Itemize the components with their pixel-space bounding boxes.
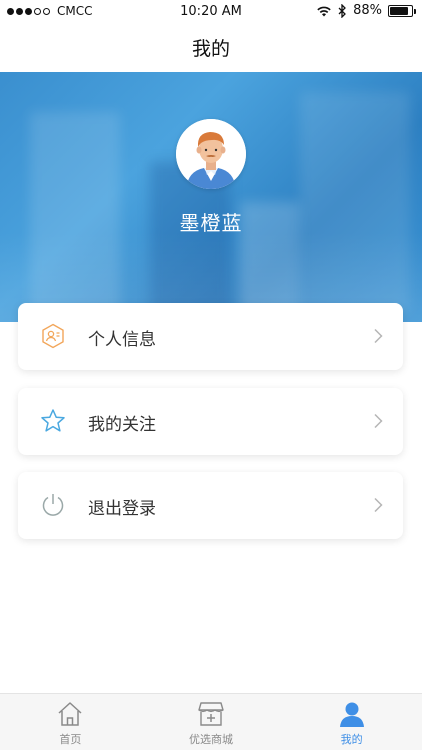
avatar[interactable] [176,119,246,189]
tab-mine[interactable]: 我的 [281,694,422,750]
chevron-right-icon [374,413,383,429]
power-icon [42,494,64,516]
nav-bar: 我的 [0,22,422,72]
profile-header: 墨橙蓝 [0,72,422,322]
user-icon [339,702,364,727]
menu-item-label: 个人信息 [88,330,156,350]
battery-fill [390,6,409,15]
menu-item-label: 退出登录 [88,499,156,519]
username: 墨橙蓝 [179,211,243,235]
tab-label: 首页 [59,733,82,746]
tab-label: 优选商城 [189,733,233,746]
status-right: 88% [316,3,416,18]
chevron-right-icon [374,497,383,513]
battery-percent: 88% [353,3,382,18]
tab-label: 我的 [340,733,363,746]
home-icon [58,702,82,726]
tab-shop[interactable]: 优选商城 [141,694,282,750]
page-title: 我的 [191,37,230,60]
status-bar: CMCC 10:20 AM 88% [0,0,422,22]
battery-icon [388,4,416,17]
chevron-right-icon [374,328,383,344]
menu-item-my-follows[interactable]: 我的关注 [18,388,403,455]
tab-home[interactable]: 首页 [0,694,141,750]
menu-item-logout[interactable]: 退出登录 [18,472,403,539]
user-hexagon-icon [42,323,64,349]
shop-icon [198,702,224,726]
tab-bar: 首页 优选商城 我的 [0,693,422,750]
menu-item-personal-info[interactable]: 个人信息 [18,303,403,370]
wifi-icon [317,6,331,16]
menu-item-label: 我的关注 [88,415,156,435]
star-icon [41,409,65,432]
bluetooth-icon [338,3,347,18]
avatar-illustration [176,119,246,189]
